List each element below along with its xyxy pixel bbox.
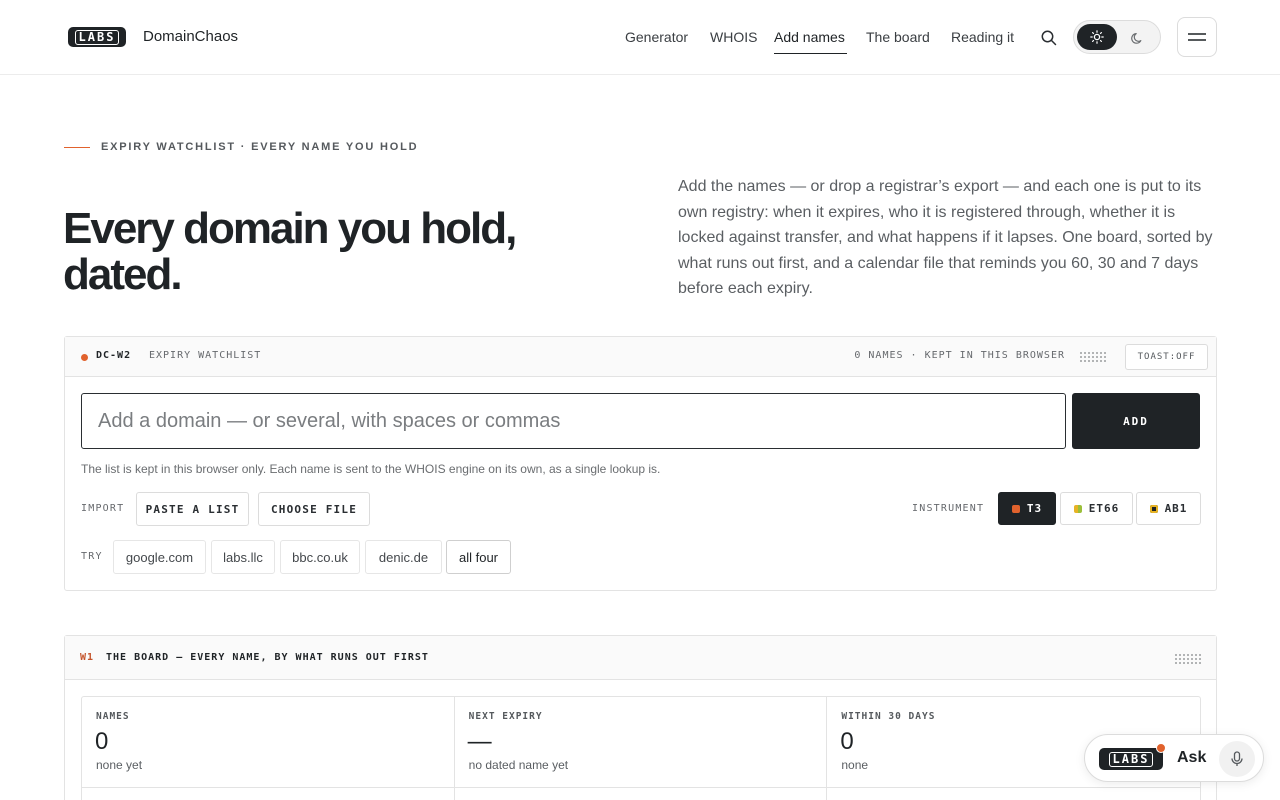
ask-widget[interactable]: LABS Ask: [1084, 734, 1264, 782]
nav-active-underline: [774, 53, 847, 54]
stat-value: 0: [840, 728, 854, 755]
dark-mode-button[interactable]: [1126, 27, 1148, 49]
stat-names: NAMES 0 none yet: [82, 697, 455, 800]
stat-sub: none: [841, 758, 869, 772]
divider: [454, 787, 827, 788]
microphone-icon: [1231, 751, 1243, 766]
page-title: Every domain you hold, dated.: [63, 206, 533, 298]
example-chip[interactable]: denic.de: [365, 540, 442, 574]
nav-add-names[interactable]: Add names: [774, 29, 845, 45]
divider: [827, 787, 1201, 788]
drag-handle-icon[interactable]: [1080, 352, 1106, 362]
privacy-note: The list is kept in this browser only. E…: [81, 462, 661, 476]
watchlist-panel-header: DC-W2 EXPIRY WATCHLIST 0 NAMES · KEPT IN…: [65, 337, 1216, 377]
hero-lead: Add the names — or drop a registrar’s ex…: [678, 178, 1213, 298]
ask-label: Ask: [1177, 749, 1207, 766]
stat-sub: no dated name yet: [468, 758, 569, 772]
instrument-t3-button[interactable]: T3: [998, 492, 1056, 525]
nav-the-board[interactable]: The board: [866, 29, 930, 45]
stat-label: NEXT EXPIRY: [468, 711, 543, 722]
example-chip-all[interactable]: all four: [446, 540, 511, 574]
stat-value: —: [467, 728, 492, 755]
board-stats: NAMES 0 none yet NEXT EXPIRY — no dated …: [81, 696, 1201, 800]
watchlist-panel: DC-W2 EXPIRY WATCHLIST 0 NAMES · KEPT IN…: [64, 336, 1217, 591]
board-panel-header: W1 THE BOARD — EVERY NAME, BY WHAT RUNS …: [65, 636, 1216, 680]
example-chip[interactable]: google.com: [113, 540, 206, 574]
add-button[interactable]: ADD: [1072, 393, 1200, 449]
panel-name: EXPIRY WATCHLIST: [149, 350, 262, 361]
domain-input[interactable]: [81, 393, 1066, 449]
status-dot: [81, 354, 88, 361]
mic-button[interactable]: [1219, 741, 1255, 777]
theme-toggle[interactable]: [1073, 20, 1161, 54]
stat-next-expiry: NEXT EXPIRY — no dated name yet: [454, 697, 828, 800]
page-title-line-1: Every domain you hold,: [63, 204, 517, 253]
et66-swatch-icon: [1073, 504, 1082, 513]
stat-label: NAMES: [96, 711, 130, 722]
hamburger-icon: [1188, 33, 1206, 41]
stat-sub: none yet: [96, 758, 143, 772]
paste-list-button[interactable]: PASTE A LIST: [136, 492, 249, 526]
board-code: W1: [80, 652, 95, 663]
instrument-ab1-button[interactable]: AB1: [1136, 492, 1201, 525]
try-label: TRY: [81, 551, 103, 562]
labs-logo[interactable]: LABS: [68, 27, 126, 47]
example-chip[interactable]: labs.llc: [211, 540, 275, 574]
instrument-label: INSTRUMENT: [912, 503, 985, 514]
brand-name[interactable]: DomainChaos: [143, 28, 238, 45]
panel-code: DC-W2: [96, 350, 132, 361]
search-icon[interactable]: [1040, 29, 1058, 47]
stat-value: 0: [95, 728, 109, 755]
example-chip[interactable]: bbc.co.uk: [280, 540, 360, 574]
drag-handle-icon[interactable]: [1175, 654, 1201, 664]
board-title: THE BOARD — EVERY NAME, BY WHAT RUNS OUT…: [106, 652, 429, 663]
ab1-swatch-icon: [1149, 504, 1158, 513]
nav-generator[interactable]: Generator: [625, 29, 688, 45]
eyebrow-rule: [64, 147, 90, 148]
t3-swatch-icon: [1011, 504, 1020, 513]
page-title-line-2: dated.: [63, 250, 183, 299]
light-mode-button[interactable]: [1077, 24, 1117, 50]
stat-label: WITHIN 30 DAYS: [841, 711, 936, 722]
choose-file-button[interactable]: CHOOSE FILE: [258, 492, 370, 526]
eyebrow: EXPIRY WATCHLIST · EVERY NAME YOU HOLD: [101, 141, 419, 153]
board-panel: W1 THE BOARD — EVERY NAME, BY WHAT RUNS …: [64, 635, 1217, 800]
sun-icon: [1090, 30, 1104, 44]
nav-whois[interactable]: WHOIS: [710, 29, 757, 45]
nav-reading-it[interactable]: Reading it: [951, 29, 1014, 45]
site-header: LABS DomainChaos Generator WHOIS Add nam…: [0, 0, 1280, 75]
ask-labs-logo: LABS: [1099, 748, 1163, 770]
instrument-et66-button[interactable]: ET66: [1060, 492, 1133, 525]
notification-dot: [1156, 743, 1166, 753]
import-label: IMPORT: [81, 503, 125, 514]
menu-button[interactable]: [1177, 17, 1217, 57]
divider: [82, 787, 454, 788]
toast-toggle-button[interactable]: TOAST:OFF: [1125, 344, 1208, 370]
names-count-meta: 0 NAMES · KEPT IN THIS BROWSER: [854, 350, 1065, 361]
moon-icon: [1130, 32, 1141, 44]
